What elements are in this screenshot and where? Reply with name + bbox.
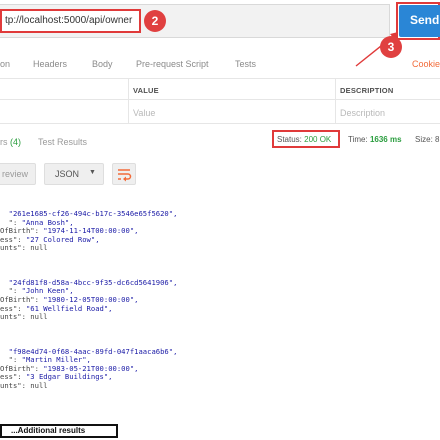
json-line: unts": null (0, 244, 440, 253)
annotation-badge-2: 2 (144, 10, 166, 32)
url-input-highlight[interactable]: tp://localhost:5000/api/owner (0, 9, 141, 33)
json-line: unts": null (0, 380, 440, 391)
status-label: Status: (277, 135, 302, 144)
json-line: ess": "27 Colored Row", (0, 235, 440, 245)
column-description: DESCRIPTION (340, 86, 394, 95)
size-readout: Size: 8 (415, 135, 440, 144)
tab-headers[interactable]: Headers (33, 59, 67, 69)
description-input[interactable]: Description (340, 108, 385, 118)
status-value: 200 OK (304, 135, 332, 144)
tab-pre-request-script[interactable]: Pre-request Script (136, 59, 209, 69)
status-readout: Status: 200 OK (277, 135, 331, 144)
cookies-link[interactable]: Cookie (412, 59, 440, 69)
tab-tests[interactable]: Tests (235, 59, 256, 69)
preview-label: review (2, 169, 29, 179)
format-select[interactable]: JSON ▼ (44, 163, 104, 185)
time-value: 1636 ms (369, 135, 402, 144)
params-table-header: VALUE DESCRIPTION (0, 78, 440, 100)
preview-button[interactable]: review (0, 163, 36, 185)
additional-results-label: ...Additional results (11, 426, 86, 435)
tab-body[interactable]: Body (92, 59, 113, 69)
caret-down-icon: ▼ (89, 169, 96, 176)
json-key: unts": null (0, 380, 48, 390)
json-line: ess": "3 Edgar Buildings", (0, 373, 440, 382)
request-tabs: on Headers Body Pre-request Script Tests… (0, 54, 440, 74)
wrap-lines-button[interactable] (112, 163, 136, 185)
send-button[interactable]: Send (399, 5, 440, 37)
url-input[interactable]: tp://localhost:5000/api/owner (5, 15, 132, 26)
format-value: JSON (55, 169, 80, 179)
time-readout: Time: 1636 ms (348, 135, 402, 144)
tab-test-results[interactable]: Test Results (38, 137, 87, 147)
json-key: unts": null (0, 243, 48, 253)
json-line: ess": "61 Wellfield Road", (0, 304, 440, 314)
headers-tab-label: rs (0, 137, 8, 147)
wrap-lines-icon (118, 169, 132, 182)
json-key: unts": null (0, 312, 48, 322)
time-label: Time: (348, 135, 368, 144)
column-value: VALUE (133, 86, 159, 95)
response-body: "261e1685-cf26-494c-b17c-3546e65f5620", … (0, 209, 440, 391)
params-table-row: Value Description (0, 100, 440, 124)
value-input[interactable]: Value (133, 108, 155, 118)
tab-params[interactable]: on (0, 59, 10, 69)
json-line: unts": null (0, 312, 440, 322)
headers-count: (4) (10, 137, 22, 147)
tab-response-headers[interactable]: rs (4) (0, 137, 21, 147)
